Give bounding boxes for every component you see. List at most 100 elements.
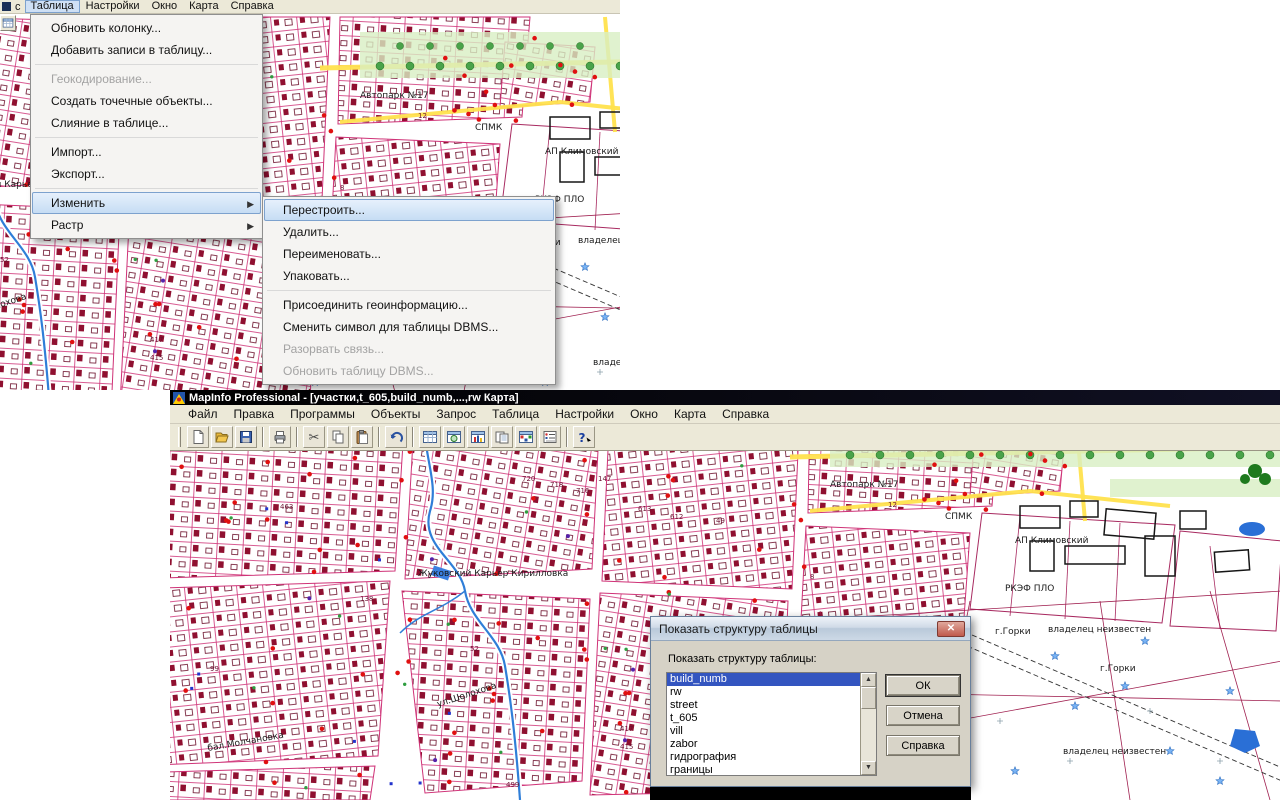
new-map-icon — [446, 429, 462, 445]
edit-submenu-item-0[interactable]: Перестроить... — [264, 199, 554, 221]
close-icon[interactable]: ✕ — [937, 621, 965, 637]
ok-button[interactable]: ОК — [886, 675, 960, 696]
menubar-item[interactable]: Таблица — [25, 0, 80, 13]
copy-icon — [330, 429, 346, 445]
menubar-item[interactable]: Запрос — [428, 406, 484, 423]
toolbar-paste-button[interactable] — [351, 426, 373, 448]
menu-separator — [35, 188, 258, 189]
menubar-item[interactable]: Таблица — [484, 406, 547, 423]
edit-submenu-item-6[interactable]: Сменить символ для таблицы DBMS... — [264, 316, 554, 338]
table-menu-item-3[interactable]: Геокодирование... — [32, 68, 261, 90]
toolbar-print-button[interactable] — [269, 426, 291, 448]
dialog-titlebar[interactable]: Показать структуру таблицы ✕ — [651, 617, 970, 641]
print-icon — [272, 429, 288, 445]
menubar-item[interactable]: Программы — [282, 406, 363, 423]
edit-submenu-item-8[interactable]: Обновить таблицу DBMS... — [264, 360, 554, 382]
dialog-title: Показать структуру таблицы — [659, 622, 818, 636]
table-menu-item-7[interactable]: Импорт... — [32, 141, 261, 163]
background-screenshot-fragment: с ТаблицаНастройкиОкноКартаСправка Обнов… — [0, 0, 620, 390]
table-menu-item-10[interactable]: Изменить▶ — [32, 192, 261, 214]
menu-item-label: Сменить символ для таблицы DBMS... — [283, 320, 498, 334]
list-item[interactable]: rw — [667, 686, 860, 699]
open-icon — [214, 429, 230, 445]
edit-submenu-item-7[interactable]: Разорвать связь... — [264, 338, 554, 360]
toolbar-remnant-button[interactable] — [0, 15, 16, 31]
scroll-down-icon[interactable]: ▼ — [861, 761, 876, 775]
toolbar-open-button[interactable] — [211, 426, 233, 448]
edit-submenu-item-1[interactable]: Удалить... — [264, 221, 554, 243]
menu-item-label: Экспорт... — [51, 167, 105, 181]
menubar-item[interactable]: Настройки — [547, 406, 622, 423]
window-title: MapInfo Professional - [участки,t_605,bu… — [189, 392, 519, 404]
scroll-up-icon[interactable]: ▲ — [861, 673, 876, 687]
menu-item-label: Удалить... — [283, 225, 339, 239]
mapinfo-logo-icon — [173, 392, 185, 404]
table-menu-item-8[interactable]: Экспорт... — [32, 163, 261, 185]
menubar-item[interactable]: Окно — [622, 406, 666, 423]
menubar-item[interactable]: Окно — [146, 0, 184, 13]
toolbar-new-redistrict-button[interactable] — [515, 426, 537, 448]
menubar-item[interactable]: Карта — [183, 0, 224, 13]
toolbar-cut-button[interactable]: ✂ — [303, 426, 325, 448]
edit-submenu-item-5[interactable]: Присоединить геоинформацию... — [264, 294, 554, 316]
table-menu-item-1[interactable]: Добавить записи в таблицу... — [32, 39, 261, 61]
menu-item-label: Упаковать... — [283, 269, 350, 283]
menu-separator — [35, 137, 258, 138]
undo-icon — [388, 429, 404, 445]
list-item[interactable]: t_605 — [667, 712, 860, 725]
cancel-button[interactable]: Отмена — [886, 705, 960, 726]
list-item[interactable]: build_numb — [667, 673, 860, 686]
toolbar-main: ✂? — [170, 424, 1280, 451]
edit-submenu-item-2[interactable]: Переименовать... — [264, 243, 554, 265]
toolbar-new-browser-button[interactable] — [419, 426, 441, 448]
listbox-scrollbar[interactable]: ▲ ▼ — [860, 673, 876, 775]
toolbar-help-button[interactable]: ? — [573, 426, 595, 448]
menu-item-label: Слияние в таблице... — [51, 116, 168, 130]
window-titlebar[interactable]: MapInfo Professional - [участки,t_605,bu… — [170, 390, 1280, 405]
toolbar-new-graph-button[interactable] — [467, 426, 489, 448]
new-graph-icon — [470, 429, 486, 445]
list-item[interactable]: гидрография — [667, 751, 860, 764]
list-item[interactable]: vill — [667, 725, 860, 738]
edit-submenu: Перестроить... Удалить... Переименовать...… — [262, 196, 556, 385]
table-menu-item-11[interactable]: Растр▶ — [32, 214, 261, 236]
toolbar-undo-button[interactable] — [385, 426, 407, 448]
list-item[interactable]: street — [667, 699, 860, 712]
scrollbar-thumb[interactable] — [861, 687, 876, 709]
svg-text:✂: ✂ — [309, 431, 320, 446]
menu-item-label: Обновить таблицу DBMS... — [283, 364, 434, 378]
menubar-item[interactable]: Объекты — [363, 406, 429, 423]
cut-icon: ✂ — [306, 429, 322, 445]
table-menu-item-4[interactable]: Создать точечные объекты... — [32, 90, 261, 112]
toolbar-grip[interactable] — [178, 427, 181, 447]
menubar-item[interactable]: Справка — [225, 0, 280, 13]
table-menu-item-0[interactable]: Обновить колонку... — [32, 17, 261, 39]
toolbar-window-legend-button[interactable] — [539, 426, 561, 448]
help-button[interactable]: Справка — [886, 735, 960, 756]
menubar-item[interactable]: Карта — [666, 406, 714, 423]
toolbar-new-button[interactable] — [187, 426, 209, 448]
paste-icon — [354, 429, 370, 445]
menu-item-label: Изменить — [51, 196, 105, 210]
edit-submenu-item-3[interactable]: Упаковать... — [264, 265, 554, 287]
new-icon — [190, 429, 206, 445]
toolbar-separator — [296, 427, 298, 447]
screen: Автопарк №17СПМКАП КлимовскийРКЭФ ПЛОг.Г… — [0, 0, 1280, 800]
table-structure-listbox[interactable]: build_numbrwstreett_605villzaborгидрогра… — [666, 672, 877, 776]
menubar-top: с ТаблицаНастройкиОкноКартаСправка — [0, 0, 620, 14]
toolbar-save-button[interactable] — [235, 426, 257, 448]
toolbar-new-layout-button[interactable] — [491, 426, 513, 448]
menubar-item[interactable]: Настройки — [80, 0, 146, 13]
menubar-main: ФайлПравкаПрограммыОбъектыЗапросТаблицаН… — [170, 405, 1280, 424]
toolbar-new-map-button[interactable] — [443, 426, 465, 448]
menubar-item[interactable]: Справка — [714, 406, 777, 423]
dialog-label: Показать структуру таблицы: — [668, 653, 817, 665]
toolbar-copy-button[interactable] — [327, 426, 349, 448]
table-menu-item-5[interactable]: Слияние в таблице... — [32, 112, 261, 134]
menubar-item[interactable]: Правка — [226, 406, 283, 423]
menu-separator — [267, 290, 551, 291]
menubar-item[interactable]: Файл — [180, 406, 226, 423]
list-item[interactable]: zabor — [667, 738, 860, 751]
menu-item-label: Создать точечные объекты... — [51, 94, 213, 108]
list-item[interactable]: границы — [667, 764, 860, 776]
